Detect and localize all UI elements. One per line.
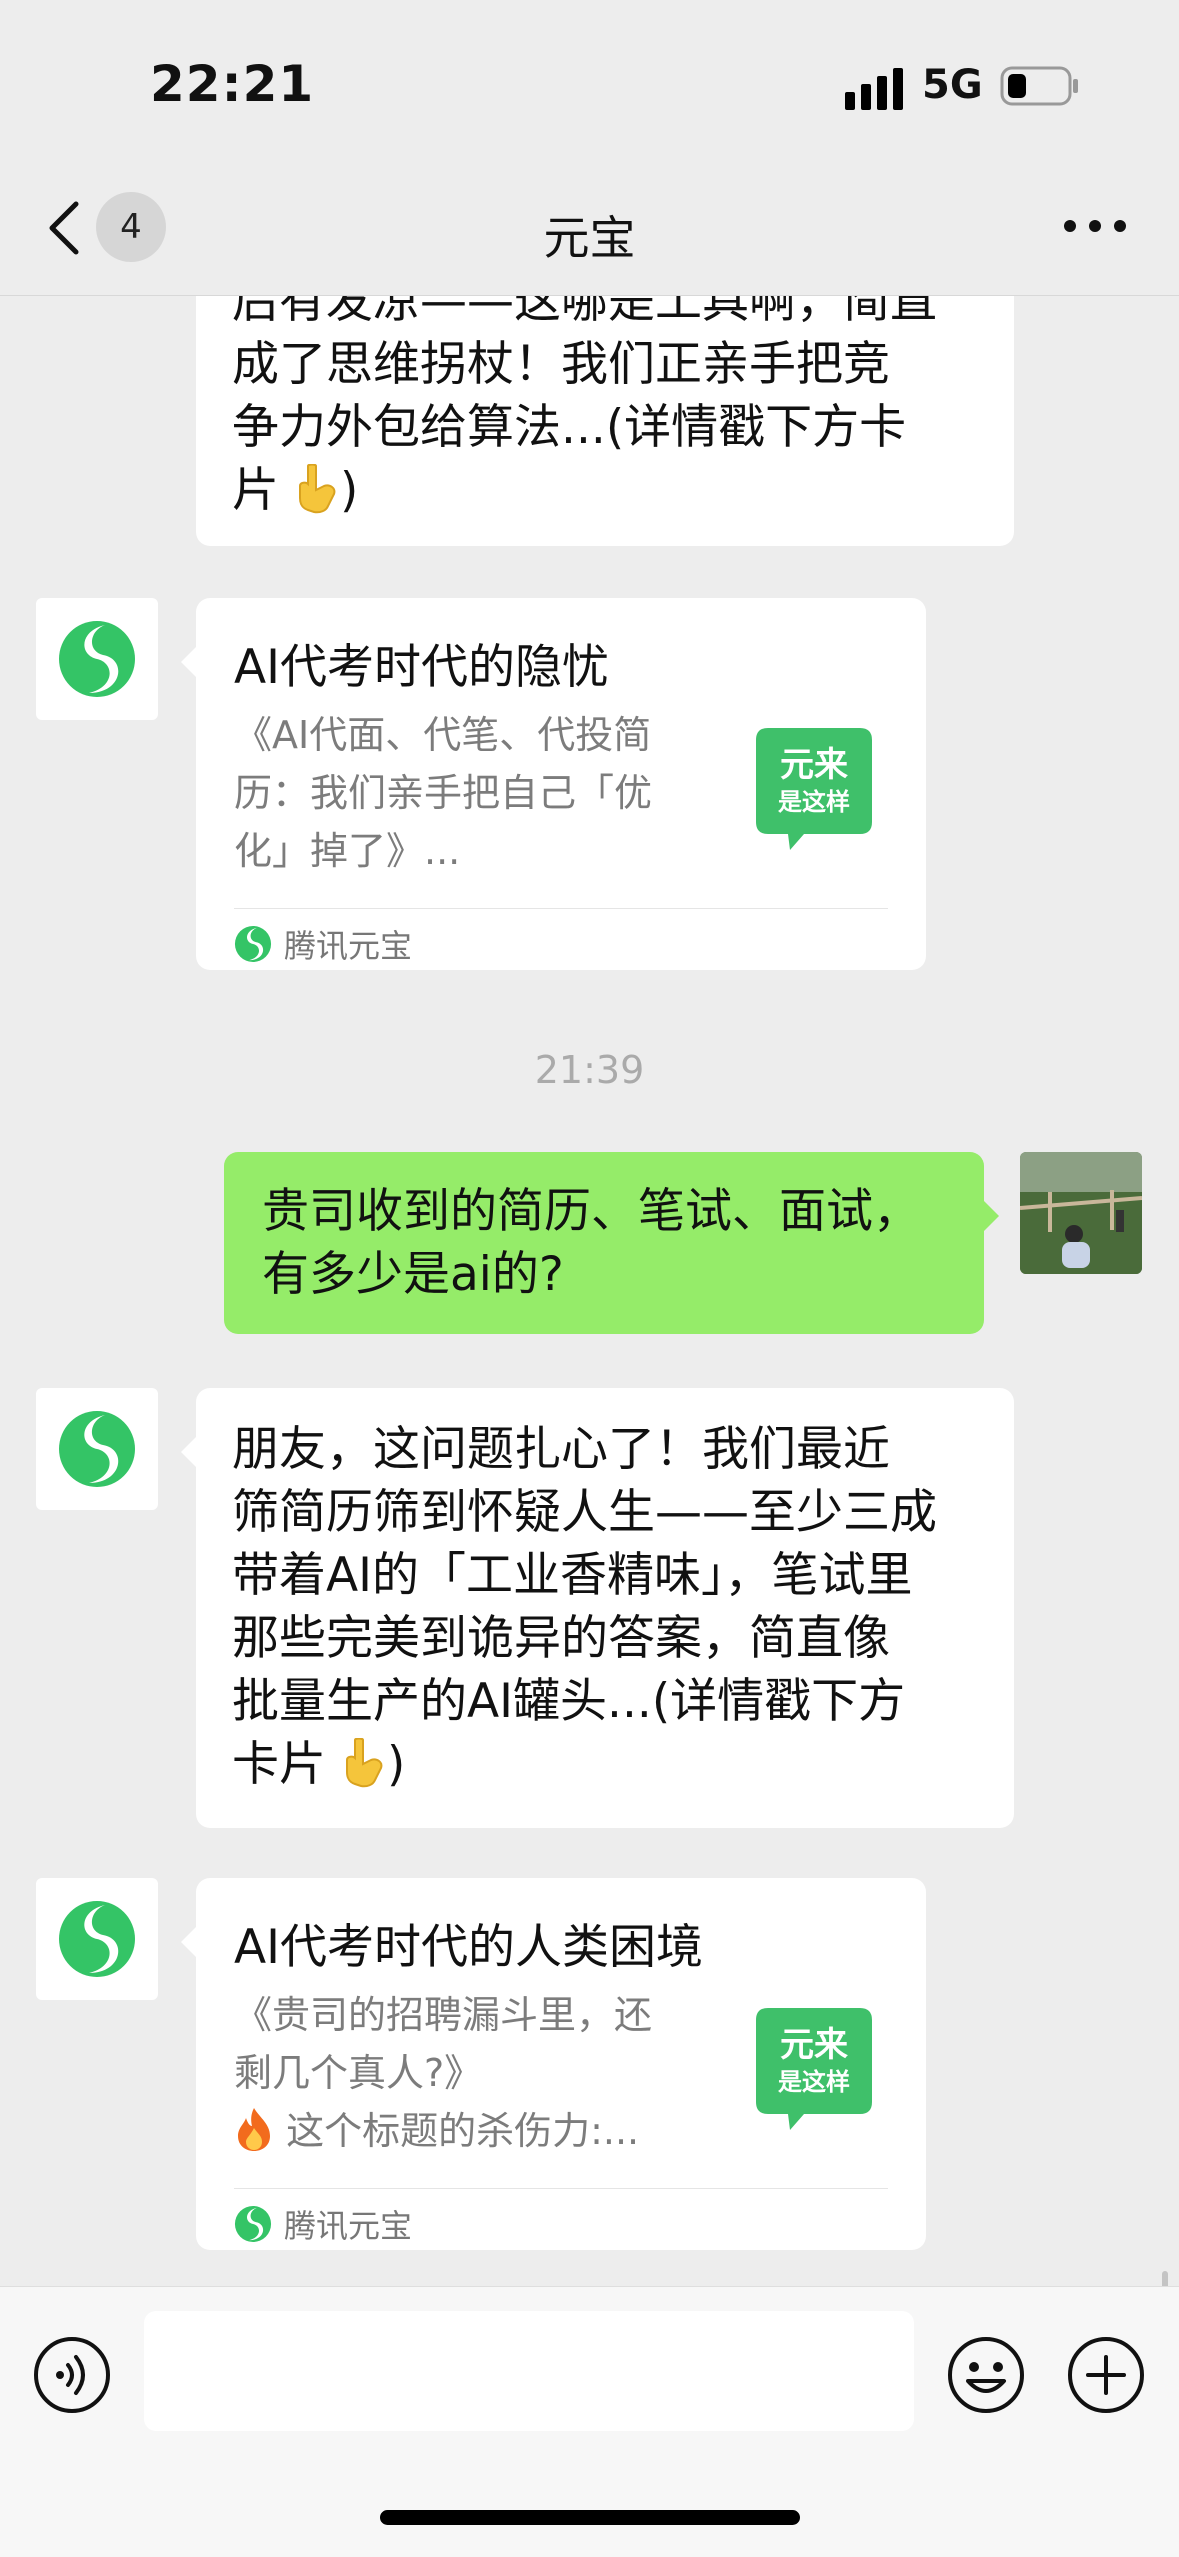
card-thumbnail: 元来 是这样 xyxy=(756,2008,872,2130)
bot-message-bubble[interactable]: 朋友，这问题扎心了！我们最近 筛简历筛到怀疑人生——至少三成 带着AI的「工业香… xyxy=(181,1388,1014,1828)
network-type: 5G xyxy=(922,62,983,108)
signal-icon xyxy=(845,68,903,110)
yuanbao-avatar[interactable] xyxy=(36,598,158,720)
card-source: 腾讯元宝 xyxy=(234,924,413,965)
article-card[interactable]: AI代考时代的隐忧 《AI代面、代笔、代投简 历：我们亲手把自己「优 化」掉了》… xyxy=(181,598,926,970)
message-text: 朋友，这问题扎心了！我们最近 筛简历筛到怀疑人生——至少三成 带着AI的「工业香… xyxy=(232,1422,937,1792)
thumb-text-line1: 元来 xyxy=(780,745,848,785)
voice-icon[interactable] xyxy=(32,2335,112,2415)
pointing-down-emoji xyxy=(298,464,336,514)
card-description: 《贵司的招聘漏斗里，还 剩几个真人?》 这个标题的杀伤力:... xyxy=(234,1993,653,2153)
home-indicator[interactable] xyxy=(380,2510,800,2525)
yuanbao-logo-icon xyxy=(59,1411,135,1487)
message-text: 贵司收到的简历、笔试、面试， 有多少是ai的? xyxy=(262,1184,920,1302)
more-icon[interactable] xyxy=(1060,214,1130,238)
emoji-icon[interactable] xyxy=(946,2335,1026,2415)
fire-emoji xyxy=(238,2108,270,2151)
thumb-text-line1: 元来 xyxy=(780,2025,848,2065)
card-source-name: 腾讯元宝 xyxy=(284,927,413,965)
card-description: 《AI代面、代笔、代投简 历：我们亲手把自己「优 化」掉了》... xyxy=(234,713,653,873)
card-divider xyxy=(234,908,888,909)
card-source-name: 腾讯元宝 xyxy=(284,2207,413,2245)
card-divider xyxy=(234,2188,888,2189)
yuanbao-logo-icon xyxy=(59,1901,135,1977)
thumb-text-line2: 是这样 xyxy=(778,2068,850,2096)
status-bar: 22:21 5G xyxy=(0,0,1179,160)
card-thumbnail: 元来 是这样 xyxy=(756,728,872,850)
article-card[interactable]: AI代考时代的人类困境 《贵司的招聘漏斗里，还 剩几个真人?》 这个标题的杀伤力… xyxy=(181,1878,926,2250)
message-text: 后有发凉——这哪是工具啊，简直 成了思维拐杖！我们正亲手把竞 争力外包给算法..… xyxy=(232,296,937,518)
yuanbao-avatar[interactable] xyxy=(36,1878,158,2000)
scrollbar[interactable] xyxy=(1162,2271,1168,2286)
yuanbao-logo-icon xyxy=(234,925,272,963)
yuanbao-avatar[interactable] xyxy=(36,1388,158,1510)
battery-icon xyxy=(1000,66,1078,106)
nav-bar: 4 元宝 xyxy=(0,160,1179,296)
message-input[interactable] xyxy=(144,2311,914,2431)
user-message-bubble[interactable]: 贵司收到的简历、笔试、面试， 有多少是ai的? xyxy=(224,1152,999,1334)
card-source: 腾讯元宝 xyxy=(234,2204,413,2245)
card-title: AI代考时代的隐忧 xyxy=(234,640,610,695)
pointing-down-emoji xyxy=(345,1738,383,1788)
thumb-text-line2: 是这样 xyxy=(778,788,850,816)
status-time: 22:21 xyxy=(150,55,315,113)
user-avatar[interactable] xyxy=(1020,1152,1142,1274)
plus-icon[interactable] xyxy=(1066,2335,1146,2415)
timestamp: 21:39 xyxy=(534,1048,645,1092)
bot-message-bubble[interactable]: 后有发凉——这哪是工具啊，简直 成了思维拐杖！我们正亲手把竞 争力外包给算法..… xyxy=(196,296,1014,546)
card-title: AI代考时代的人类困境 xyxy=(234,1920,704,1975)
chat-title: 元宝 xyxy=(543,211,636,265)
chat-message-list[interactable]: 后有发凉——这哪是工具啊，简直 成了思维拐杖！我们正亲手把竞 争力外包给算法..… xyxy=(0,296,1179,2286)
yuanbao-logo-icon xyxy=(234,2205,272,2243)
yuanbao-logo-icon xyxy=(59,621,135,697)
